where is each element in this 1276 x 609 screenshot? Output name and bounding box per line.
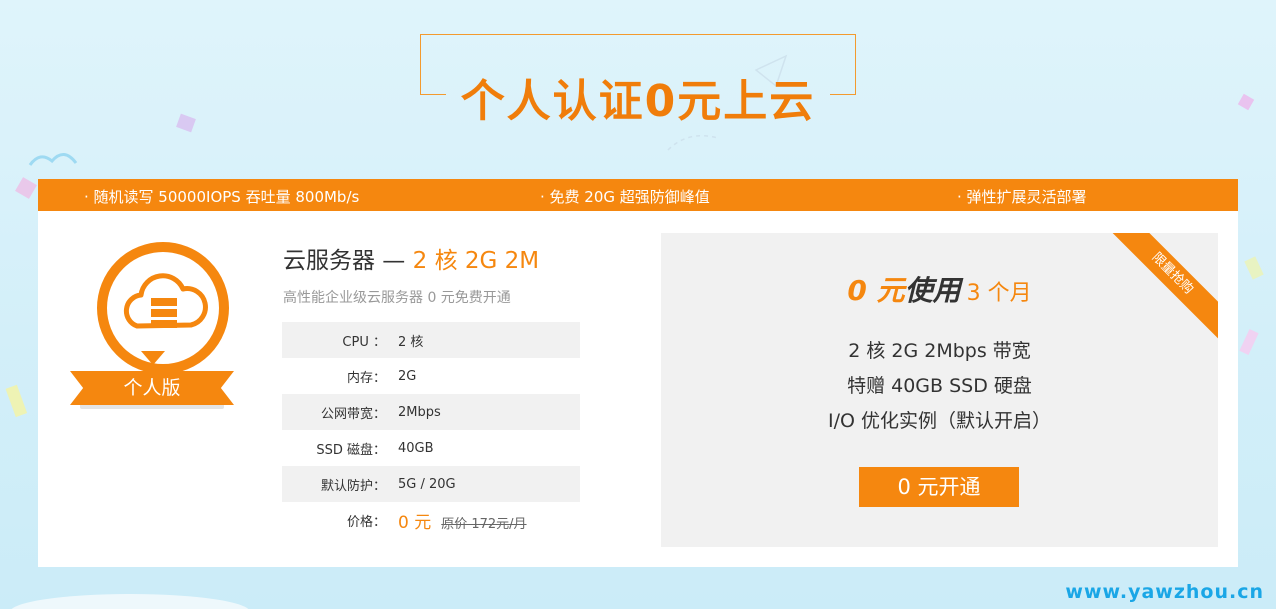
spec-row: CPU ： 2 核: [282, 322, 580, 358]
spec-label: 默认防护：: [320, 478, 386, 494]
product-title: 云服务器 — 2 核 2G 2M: [283, 241, 539, 275]
spec-value: 5G / 20G: [398, 476, 456, 492]
spec-row: 内存： 2G: [282, 358, 580, 394]
price-label: 价格：: [346, 514, 386, 530]
spec-label: CPU ：: [342, 334, 386, 350]
spec-value: 2Mbps: [398, 404, 441, 420]
feature-item: · 随机读写 50000IOPS 吞吐量 800Mb/s: [84, 188, 360, 206]
feature-bar: · 随机读写 50000IOPS 吞吐量 800Mb/s · 免费 20G 超强…: [38, 179, 1238, 211]
offer-line: 2 核 2G 2Mbps 带宽: [848, 340, 1031, 362]
spec-row: 默认防护： 5G / 20G: [282, 466, 580, 502]
offer-headline: 0 元使用 3 个月: [661, 269, 1218, 309]
spec-value: 2 核: [398, 334, 424, 350]
price-row: 价格： 0 元原价 172元/月: [282, 502, 580, 538]
offer-line: 特赠 40GB SSD 硬盘: [847, 375, 1032, 397]
price-value: 0 元: [398, 512, 432, 533]
site-watermark: www.yawzhou.cn: [1065, 581, 1264, 603]
spec-table: CPU ： 2 核 内存： 2G 公网带宽： 2Mbps SSD 磁盘： 40G…: [282, 322, 580, 538]
open-now-button[interactable]: 0 元开通: [859, 467, 1019, 507]
original-price: 原价 172元/月: [441, 516, 527, 532]
badge-tail: [141, 351, 165, 365]
offer-zero: 0 元: [847, 274, 905, 307]
page-title: 个人认证0元上云: [460, 76, 816, 127]
edition-ribbon: 个人版: [70, 371, 234, 405]
product-card: 个人版 云服务器 — 2 核 2G 2M 高性能企业级云服务器 0 元免费开通 …: [38, 211, 1238, 567]
spec-label: 公网带宽：: [320, 406, 386, 422]
spec-value: 2G: [398, 368, 417, 384]
offer-line: I/O 优化实例（默认开启）: [827, 410, 1051, 432]
spec-value: 40GB: [398, 440, 434, 456]
spec-label: 内存：: [346, 370, 386, 386]
feature-item: · 弹性扩展灵活部署: [957, 188, 1087, 206]
offer-months: 3 个月: [966, 281, 1032, 306]
product-title-prefix: 云服务器 —: [283, 248, 413, 274]
cloud-server-icon: [123, 273, 208, 329]
offer-panel: 限量抢购 0 元使用 3 个月 2 核 2G 2Mbps 带宽 特赠 40GB S…: [661, 233, 1218, 547]
product-subtitle: 高性能企业级云服务器 0 元免费开通: [283, 290, 511, 306]
product-title-highlight: 2 核 2G 2M: [412, 248, 540, 274]
feature-item: · 免费 20G 超强防御峰值: [540, 188, 710, 206]
offer-use: 使用: [904, 274, 961, 307]
spec-row: SSD 磁盘： 40GB: [282, 430, 580, 466]
spec-row: 公网带宽： 2Mbps: [282, 394, 580, 430]
spec-label: SSD 磁盘：: [316, 442, 386, 458]
